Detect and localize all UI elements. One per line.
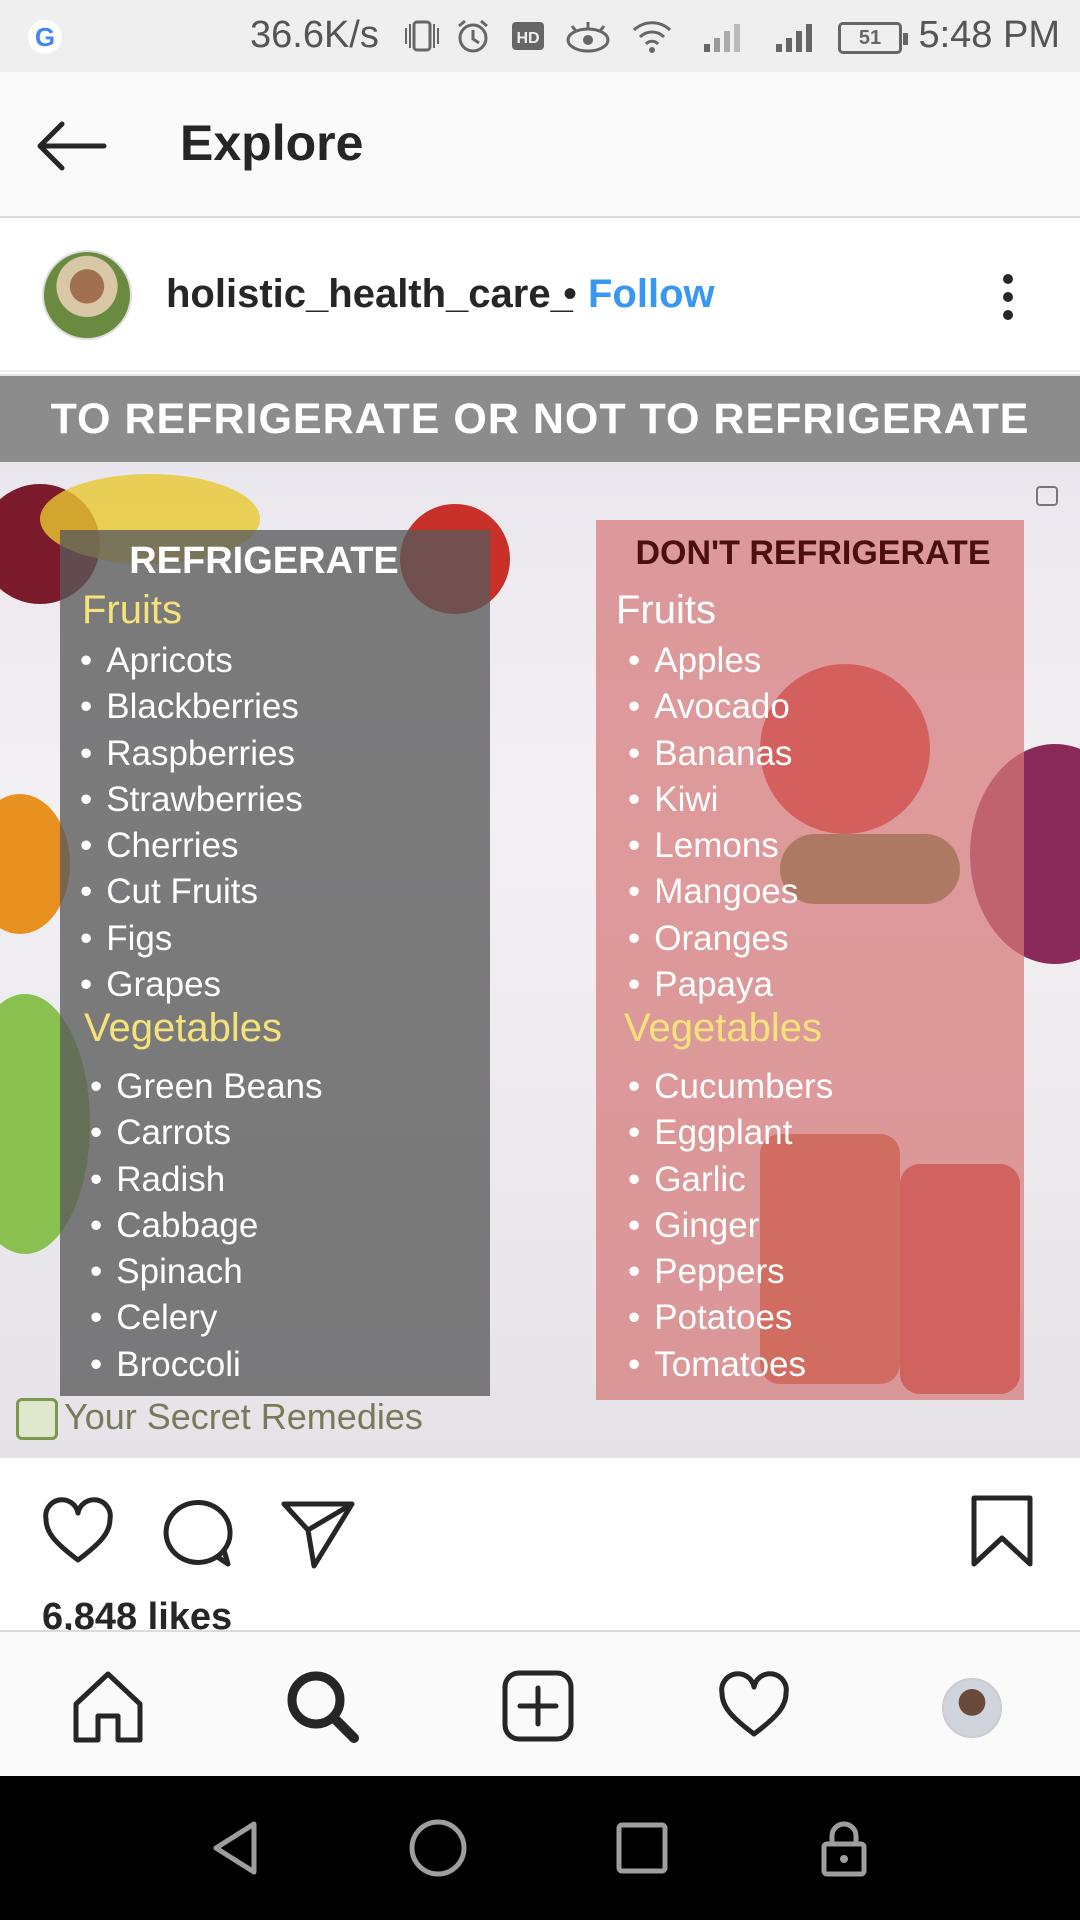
dont-refrigerate-title: DON'T REFRIGERATE	[635, 534, 991, 572]
refrigerate-fruits-heading: Fruits	[82, 588, 182, 632]
bottom-nav	[0, 1630, 1080, 1776]
list-item: Cut Fruits	[80, 869, 303, 915]
like-heart-icon[interactable]	[40, 1494, 116, 1570]
list-item: Broccoli	[90, 1342, 323, 1388]
likes-count[interactable]: 6,848 likes	[42, 1596, 232, 1630]
share-send-icon[interactable]	[280, 1494, 356, 1570]
list-item: Bananas	[628, 731, 798, 777]
list-item: Kiwi	[628, 777, 798, 823]
list-item: Green Beans	[90, 1064, 322, 1110]
post-header: holistic_health_care_ • Follow	[0, 220, 1080, 372]
list-item: Blackberries	[80, 684, 303, 730]
list-item: Peppers	[628, 1249, 833, 1295]
signal-icon-2	[776, 24, 812, 52]
nav-recents-icon[interactable]	[610, 1816, 674, 1880]
post-image[interactable]: TO REFRIGERATE OR NOT TO REFRIGERATE REF…	[0, 374, 1080, 1458]
wifi-icon	[632, 21, 672, 53]
mortar-logo-icon	[16, 1398, 58, 1441]
alarm-icon	[458, 19, 488, 53]
author-avatar[interactable]	[42, 250, 132, 340]
profile-avatar[interactable]	[942, 1678, 1002, 1738]
more-options-icon[interactable]	[996, 270, 1020, 326]
list-item: Eggplant	[628, 1110, 833, 1156]
list-item: Apples	[628, 638, 798, 684]
list-item: Tomatoes	[628, 1342, 833, 1388]
signal-icon	[704, 24, 740, 52]
list-item: Radish	[90, 1157, 323, 1203]
nav-back-icon[interactable]	[204, 1816, 268, 1880]
nav-home-icon[interactable]	[406, 1816, 470, 1880]
network-speed: 36.6K/s	[250, 14, 379, 56]
dont-refrigerate-vegetables-list: Cucumbers Eggplant Garlic Ginger Peppers…	[628, 1064, 833, 1388]
activity-heart-icon[interactable]	[716, 1668, 792, 1744]
list-item: Mangoes	[628, 869, 798, 915]
refrigerate-vegetables-heading: Vegetables	[84, 1006, 282, 1050]
list-item: Carrots	[90, 1110, 323, 1156]
separator-dot: •	[563, 272, 578, 316]
list-item: Figs	[80, 916, 303, 962]
watermark-text: Your Secret Remedies	[64, 1396, 423, 1437]
dont-refrigerate-fruits-heading: Fruits	[616, 588, 716, 632]
list-item: Cucumbers	[628, 1064, 833, 1110]
list-item: Papaya	[628, 962, 798, 1008]
list-item: Garlic	[628, 1157, 833, 1203]
eye-icon	[566, 22, 610, 53]
author-username[interactable]: holistic_health_care_	[166, 272, 573, 317]
dont-refrigerate-vegetables-heading: Vegetables	[624, 1006, 822, 1050]
list-item: Avocado	[628, 684, 798, 730]
watermark: Your Secret Remedies	[16, 1396, 423, 1441]
post-actions: 6,848 likes	[0, 1458, 1080, 1630]
lock-icon[interactable]	[812, 1816, 876, 1880]
list-item: Ginger	[628, 1203, 833, 1249]
list-item: Oranges	[628, 916, 798, 962]
list-item: Cabbage	[90, 1203, 323, 1249]
collection-icon	[1036, 486, 1058, 506]
home-icon[interactable]	[70, 1668, 146, 1744]
system-nav-bar	[0, 1776, 1080, 1920]
list-item: Celery	[90, 1295, 323, 1341]
hd-icon: HD	[512, 22, 544, 50]
list-item: Potatoes	[628, 1295, 833, 1341]
list-item: Strawberries	[80, 777, 302, 823]
battery-icon: 51	[838, 22, 908, 54]
list-item: Cherries	[80, 823, 303, 869]
list-item: Raspberries	[80, 731, 303, 777]
refrigerate-title: REFRIGERATE	[129, 540, 399, 582]
status-bar: G 36.6K/s HD 51 5:48 PM	[0, 0, 1080, 72]
dont-refrigerate-fruits-list: Apples Avocado Bananas Kiwi Lemons Mango…	[628, 638, 798, 1008]
google-icon: G	[28, 20, 62, 54]
vibrate-icon	[405, 20, 439, 52]
comment-icon[interactable]	[160, 1494, 236, 1570]
page-title: Explore	[180, 115, 364, 171]
list-item: Spinach	[90, 1249, 323, 1295]
bookmark-icon[interactable]	[964, 1494, 1040, 1570]
image-banner-title: TO REFRIGERATE OR NOT TO REFRIGERATE	[0, 376, 1080, 462]
add-post-icon[interactable]	[500, 1668, 576, 1744]
svg-text:HD: HD	[516, 30, 539, 47]
clock: 5:48 PM	[918, 14, 1060, 56]
refrigerate-fruits-list: Apricots Blackberries Raspberries Strawb…	[80, 638, 303, 1008]
refrigerate-vegetables-list: Green Beans Carrots Radish Cabbage Spina…	[90, 1064, 323, 1388]
list-item: Apricots	[80, 638, 303, 684]
back-arrow-icon[interactable]	[34, 116, 108, 176]
list-item: Grapes	[80, 962, 303, 1008]
list-item: Lemons	[628, 823, 798, 869]
follow-button[interactable]: Follow	[588, 272, 715, 317]
app-header: Explore	[0, 72, 1080, 218]
search-icon[interactable]	[284, 1668, 360, 1744]
